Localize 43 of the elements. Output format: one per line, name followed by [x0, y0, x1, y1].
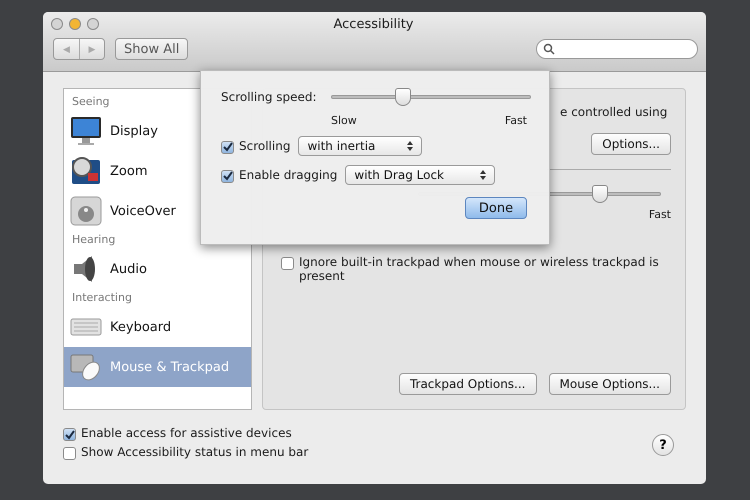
checkbox[interactable]	[63, 447, 76, 460]
checkbox[interactable]	[221, 170, 234, 182]
sidebar-item[interactable]: VoiceOver	[64, 191, 251, 231]
done-button[interactable]: Done	[465, 197, 527, 219]
section-header: Seeing	[72, 95, 110, 109]
slider-max-label: Fast	[648, 208, 671, 221]
options-button[interactable]: Options...	[591, 133, 671, 155]
slider-label: Scrolling speed:	[221, 90, 317, 104]
stepper-arrows-icon	[480, 170, 486, 180]
close-button[interactable]	[51, 18, 63, 30]
help-button[interactable]: ?	[652, 434, 674, 456]
magnifier-icon	[70, 156, 102, 186]
checkbox-label: Enable access for assistive devices	[81, 426, 292, 440]
checkbox-label: Scrolling	[239, 138, 290, 152]
zoom-button[interactable]	[87, 18, 99, 30]
section-header: Interacting	[72, 291, 132, 305]
monitor-icon	[70, 116, 102, 146]
checkbox-label: Enable dragging	[239, 168, 338, 182]
checkbox-label: Show Accessibility status in menu bar	[81, 445, 308, 459]
show-all-button[interactable]: Show All	[115, 38, 188, 60]
checkbox[interactable]	[221, 140, 234, 154]
sidebar-item[interactable]: Keyboard	[64, 307, 251, 347]
search-icon	[543, 43, 555, 55]
mouse-trackpad-icon	[70, 352, 102, 382]
slider-thumb[interactable]	[394, 88, 411, 106]
slider[interactable]	[330, 87, 531, 107]
window-title: Accessibility	[332, 16, 414, 32]
dropdown[interactable]: with inertia	[298, 136, 422, 156]
section-header: Hearing	[72, 233, 116, 247]
slider-max-label: Fast	[504, 114, 527, 127]
slider-min-label: Slow	[331, 114, 357, 127]
checkbox[interactable]	[63, 428, 76, 441]
checkbox-label: Ignore built-in trackpad when mouse or wireless trackpad is present	[299, 255, 660, 283]
dropdown[interactable]: with Drag Lock	[345, 165, 496, 185]
minimize-button[interactable]	[69, 18, 81, 30]
options-button[interactable]: Trackpad Options...	[398, 373, 536, 395]
options-button[interactable]: Mouse Options...	[548, 373, 671, 395]
description-text: e controlled using	[560, 105, 668, 119]
search-field[interactable]	[536, 39, 698, 59]
checkbox[interactable]	[281, 257, 294, 270]
sidebar-item[interactable]: Audio	[64, 249, 251, 289]
stepper-arrows-icon	[407, 141, 414, 151]
slider-thumb[interactable]	[592, 185, 608, 203]
